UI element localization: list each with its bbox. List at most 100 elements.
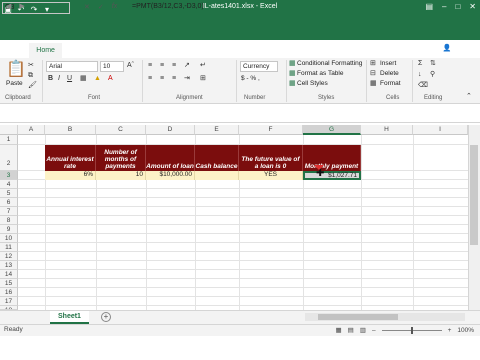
worksheet-grid[interactable]: A B C D E F G H I 1 2 3 4 5 6 7 8 9 10 1… — [0, 125, 468, 310]
horizontal-scroll-thumb[interactable] — [318, 314, 398, 320]
column-header-f[interactable]: F — [239, 125, 303, 135]
collapse-ribbon-icon[interactable]: ⌃ — [466, 92, 472, 101]
insert-cells-button[interactable]: Insert — [380, 59, 396, 68]
wrap-text-icon[interactable]: ↵ — [200, 61, 206, 70]
align-top-icon[interactable]: ≡ — [148, 61, 152, 70]
format-painter-icon[interactable]: 🖌 — [28, 81, 37, 90]
tab-page-layout[interactable]: Page Layout — [93, 47, 146, 58]
row-header-10[interactable]: 10 — [0, 234, 18, 243]
vertical-scroll-thumb[interactable] — [470, 145, 478, 245]
column-header-g[interactable]: G — [303, 125, 361, 135]
row-header-8[interactable]: 8 — [0, 216, 18, 225]
row-header-12[interactable]: 12 — [0, 252, 18, 261]
number-format-select[interactable]: Currency — [240, 61, 278, 72]
row-header-11[interactable]: 11 — [0, 243, 18, 252]
fill-icon[interactable]: ↓ — [418, 70, 422, 79]
next-sheet-icon[interactable]: ▶ — [19, 2, 24, 10]
conditional-formatting-button[interactable]: Conditional Formatting — [297, 59, 362, 68]
maximize-icon[interactable]: □ — [455, 2, 460, 11]
zoom-slider[interactable] — [381, 326, 442, 334]
row-header-5[interactable]: 5 — [0, 189, 18, 198]
header-future-value[interactable]: The future value of a loan is 0 — [239, 145, 303, 171]
copy-icon[interactable]: ⧉ — [28, 71, 33, 80]
page-layout-view-icon[interactable]: ▤ — [348, 326, 354, 334]
cell-f3[interactable]: YES — [239, 171, 303, 180]
font-color-icon[interactable]: A — [108, 74, 113, 83]
tab-view[interactable]: View — [256, 47, 285, 58]
header-monthly-payment[interactable]: Monthly payment — [303, 145, 361, 171]
page-break-view-icon[interactable]: ▥ — [360, 326, 366, 334]
minimize-icon[interactable]: – — [442, 2, 446, 11]
tab-developer[interactable]: Developer — [285, 47, 331, 58]
format-as-table-button[interactable]: Format as Table — [297, 69, 343, 78]
tab-file[interactable]: File — [4, 47, 29, 58]
font-size-select[interactable]: 10 — [100, 61, 124, 72]
row-header-6[interactable]: 6 — [0, 198, 18, 207]
add-sheet-icon[interactable]: + — [101, 312, 111, 322]
column-header-a[interactable]: A — [18, 125, 45, 135]
zoom-level[interactable]: 100% — [457, 327, 474, 334]
header-cash-balance[interactable]: Cash balance — [195, 145, 239, 171]
close-icon[interactable]: ✕ — [469, 2, 476, 11]
orientation-icon[interactable]: ↗ — [184, 61, 190, 70]
enter-icon[interactable]: ✓ — [98, 3, 104, 11]
row-header-4[interactable]: 4 — [0, 180, 18, 189]
tab-formulas[interactable]: Formulas — [147, 47, 190, 58]
row-header-17[interactable]: 17 — [0, 297, 18, 306]
sign-in-link[interactable]: Sign in — [415, 44, 436, 51]
cell-b3[interactable]: 6% — [45, 171, 96, 180]
fill-color-icon[interactable]: ▲ — [94, 74, 101, 83]
formula-input[interactable]: =PMT(B3/12,C3,-D3,0) — [132, 3, 204, 10]
align-middle-icon[interactable]: ≡ — [160, 61, 164, 70]
ribbon-options-icon[interactable]: ▤ — [425, 2, 433, 11]
cell-c3[interactable]: 10 — [96, 171, 146, 180]
font-name-select[interactable]: Arial — [46, 61, 98, 72]
row-header-1[interactable]: 1 — [0, 135, 18, 145]
column-header-c[interactable]: C — [96, 125, 146, 135]
row-header-2[interactable]: 2 — [0, 145, 18, 171]
prev-sheet-icon[interactable]: ◀ — [6, 2, 11, 10]
header-amount-of-loan[interactable]: Amount of loan — [146, 145, 195, 171]
underline-icon[interactable]: U — [67, 74, 72, 83]
row-header-15[interactable]: 15 — [0, 279, 18, 288]
row-header-9[interactable]: 9 — [0, 225, 18, 234]
tab-review[interactable]: Review — [219, 47, 256, 58]
row-header-14[interactable]: 14 — [0, 270, 18, 279]
indent-icon[interactable]: ⇥ — [184, 74, 190, 83]
row-header-13[interactable]: 13 — [0, 261, 18, 270]
cell-g3-selected[interactable]: $1,027.71 — [303, 171, 361, 180]
zoom-out-icon[interactable]: – — [372, 327, 376, 334]
row-header-7[interactable]: 7 — [0, 207, 18, 216]
column-header-i[interactable]: I — [413, 125, 468, 135]
grow-font-icon[interactable]: Aˆ — [127, 61, 134, 70]
zoom-in-icon[interactable]: + — [448, 327, 452, 334]
share-button[interactable]: 👤 Share — [443, 44, 472, 52]
bold-icon[interactable]: B — [48, 74, 53, 83]
paste-button[interactable]: Paste — [6, 79, 23, 88]
format-cells-button[interactable]: Format — [380, 79, 401, 88]
number-format-buttons[interactable]: $ - % , — [241, 74, 260, 83]
column-header-b[interactable]: B — [45, 125, 96, 135]
find-select-icon[interactable]: ⚲ — [430, 70, 435, 79]
align-center-icon[interactable]: ≡ — [160, 74, 164, 83]
align-bottom-icon[interactable]: ≡ — [172, 61, 176, 70]
column-header-h[interactable]: H — [361, 125, 413, 135]
insert-function-button[interactable]: fx — [112, 3, 117, 11]
tab-home[interactable]: Home — [29, 43, 62, 58]
cut-icon[interactable]: ✂ — [28, 61, 34, 70]
clear-icon[interactable]: ⌫ — [418, 81, 428, 90]
autosum-icon[interactable]: Σ — [418, 59, 422, 68]
header-number-of-months[interactable]: Number of months of payments — [96, 145, 146, 171]
tell-me-box[interactable]: ☼ Tell me... — [371, 44, 408, 51]
cell-d3[interactable]: $10,000.00 — [146, 171, 195, 180]
italic-icon[interactable]: I — [58, 74, 60, 83]
tab-data[interactable]: Data — [190, 47, 219, 58]
header-annual-interest-rate[interactable]: Annual interest rate — [45, 145, 96, 171]
column-header-d[interactable]: D — [146, 125, 195, 135]
borders-icon[interactable]: ▦ — [80, 74, 87, 83]
tab-insert[interactable]: Insert — [62, 47, 94, 58]
sheet-tab-sheet1[interactable]: Sheet1 — [50, 311, 89, 324]
cancel-icon[interactable]: ✕ — [84, 3, 90, 11]
cell-styles-button[interactable]: Cell Styles — [297, 79, 328, 88]
delete-cells-button[interactable]: Delete — [380, 69, 399, 78]
